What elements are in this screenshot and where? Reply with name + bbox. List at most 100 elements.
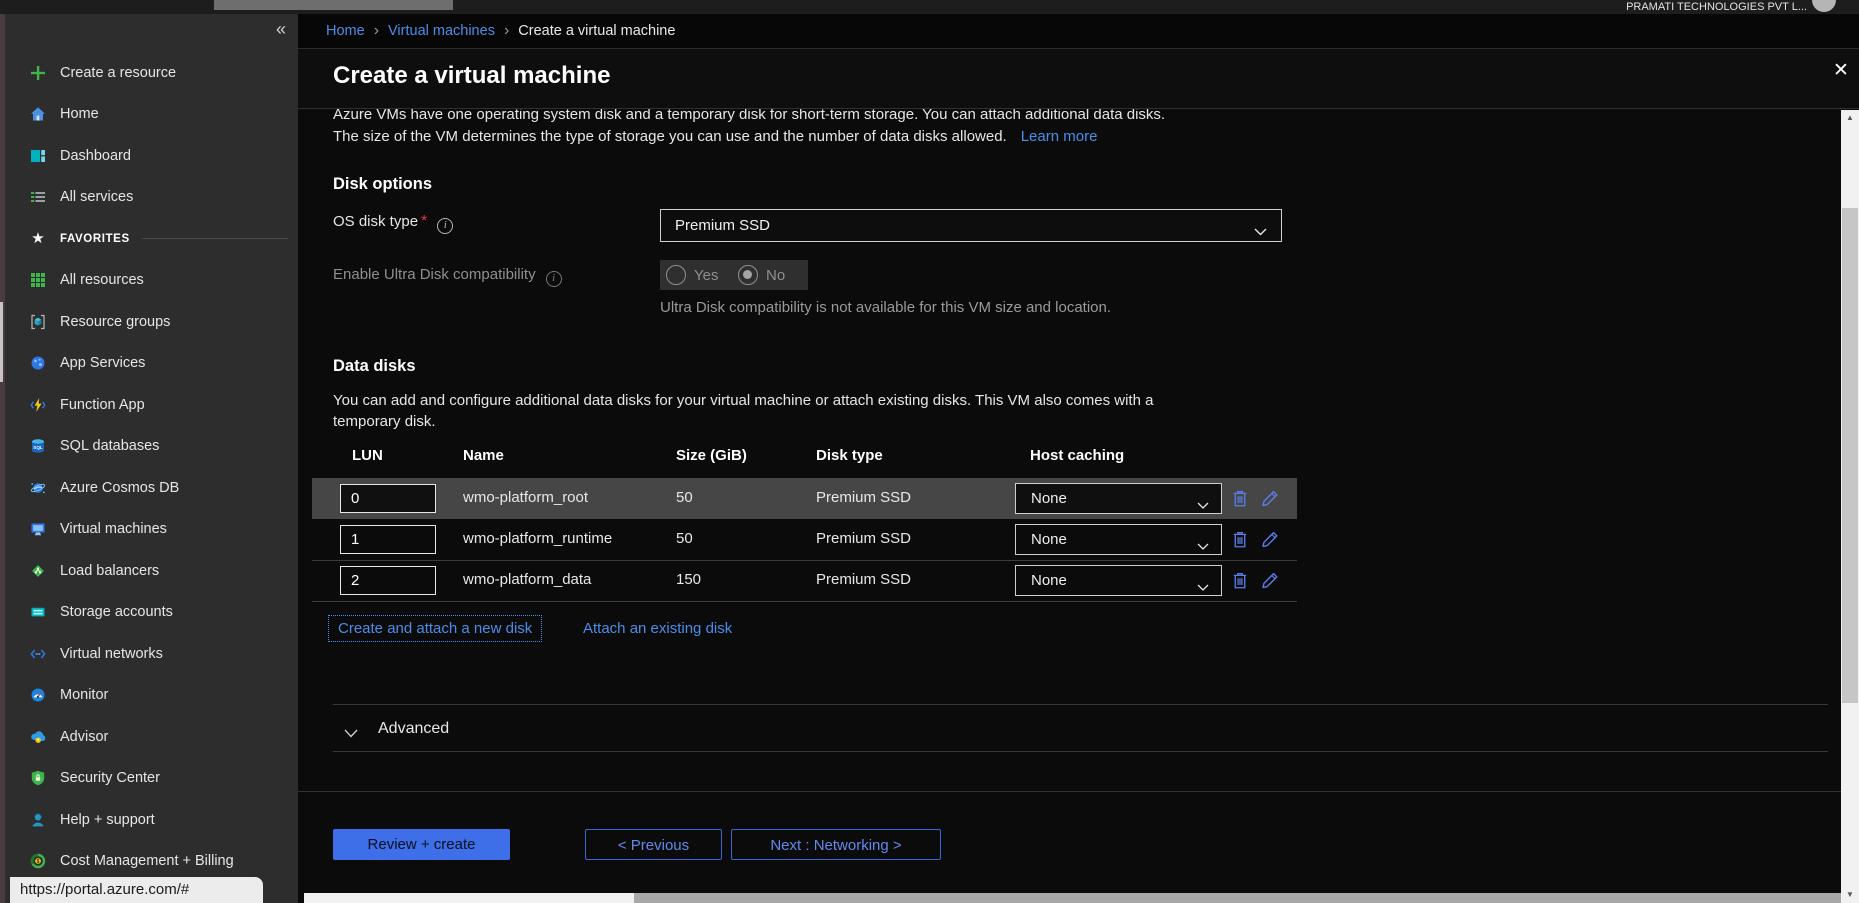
lun-input[interactable] xyxy=(340,566,436,595)
next-networking-button[interactable]: Next : Networking > xyxy=(731,829,941,860)
sidebar-item-all-services[interactable]: All services xyxy=(5,177,298,219)
storage-accounts-icon xyxy=(29,603,47,621)
breadcrumb-home-link[interactable]: Home xyxy=(326,23,365,39)
chevron-down-icon xyxy=(1197,537,1209,555)
all-services-icon xyxy=(29,188,47,206)
sidebar-item-monitor[interactable]: Monitor xyxy=(5,675,298,717)
disk-size: 50 xyxy=(676,530,693,547)
close-icon[interactable]: ✕ xyxy=(1830,60,1852,82)
sidebar-item-help-support[interactable]: Help + support xyxy=(5,799,298,841)
breadcrumb-virtual-machines-link[interactable]: Virtual machines xyxy=(388,23,495,39)
column-header-host-caching: Host caching xyxy=(1030,447,1124,464)
lun-input[interactable] xyxy=(340,484,436,513)
sidebar-scrollbar-thumb[interactable] xyxy=(0,302,3,382)
sidebar-item-label: Virtual networks xyxy=(60,646,163,662)
plus-icon xyxy=(29,64,47,82)
home-icon xyxy=(29,105,47,123)
review-create-button[interactable]: Review + create xyxy=(333,829,510,860)
create-attach-new-disk-link[interactable]: Create and attach a new disk xyxy=(328,615,542,642)
vertical-scrollbar[interactable]: ▲ ▼ xyxy=(1841,110,1859,903)
delete-disk-icon[interactable] xyxy=(1228,569,1252,593)
lun-input[interactable] xyxy=(340,525,436,554)
scroll-down-icon[interactable]: ▼ xyxy=(1841,887,1859,903)
sidebar-item-resource-groups[interactable]: Resource groups xyxy=(5,301,298,343)
delete-disk-icon[interactable] xyxy=(1228,528,1252,552)
svg-text:SQL: SQL xyxy=(33,445,43,450)
sidebar-item-advisor[interactable]: Advisor xyxy=(5,716,298,758)
edit-disk-icon[interactable] xyxy=(1258,487,1282,511)
radio-checked-icon xyxy=(738,265,758,285)
dashboard-icon xyxy=(29,147,47,165)
sidebar-item-create-a-resource[interactable]: Create a resource xyxy=(5,52,298,94)
sidebar-item-security-center[interactable]: Security Center xyxy=(5,758,298,800)
sidebar-item-function-app[interactable]: Function App xyxy=(5,384,298,426)
breadcrumb: Home › Virtual machines › Create a virtu… xyxy=(298,14,1859,48)
sidebar-item-label: Security Center xyxy=(60,770,160,786)
sidebar-item-app-services[interactable]: App Services xyxy=(5,343,298,385)
virtual-machines-icon xyxy=(29,520,47,538)
sidebar: « Create a resource Home Dashboard All s… xyxy=(5,14,298,903)
disk-name: wmo-platform_runtime xyxy=(463,530,612,547)
security-center-icon xyxy=(29,769,47,787)
disk-type: Premium SSD xyxy=(816,489,911,506)
host-caching-select[interactable]: None xyxy=(1015,524,1222,555)
resource-groups-icon xyxy=(29,313,47,331)
page-title: Create a virtual machine xyxy=(333,62,610,90)
info-icon[interactable]: i xyxy=(546,271,562,287)
host-caching-select[interactable]: None xyxy=(1015,483,1222,514)
function-app-icon xyxy=(29,396,47,414)
sidebar-item-dashboard[interactable]: Dashboard xyxy=(5,135,298,177)
main-blade: Home › Virtual machines › Create a virtu… xyxy=(298,14,1859,903)
star-icon: ★ xyxy=(29,230,47,248)
info-icon[interactable]: i xyxy=(437,218,453,234)
previous-button[interactable]: < Previous xyxy=(585,829,722,860)
sidebar-item-label: Home xyxy=(60,106,99,122)
sidebar-item-label: Help + support xyxy=(60,812,155,828)
sidebar-item-virtual-networks[interactable]: Virtual networks xyxy=(5,633,298,675)
monitor-icon xyxy=(29,686,47,704)
host-caching-select[interactable]: None xyxy=(1015,565,1222,596)
ultra-disk-yes-radio[interactable]: Yes xyxy=(660,260,741,290)
load-balancers-icon xyxy=(29,562,47,580)
delete-disk-icon[interactable] xyxy=(1228,487,1252,511)
grid-icon xyxy=(29,271,47,289)
learn-more-link[interactable]: Learn more xyxy=(1021,128,1098,145)
azure-portal-window: PRAMATI TECHNOLOGIES PVT L... « Create a… xyxy=(0,0,1859,903)
virtual-networks-icon xyxy=(29,645,47,663)
edit-disk-icon[interactable] xyxy=(1258,528,1282,552)
sidebar-item-storage-accounts[interactable]: Storage accounts xyxy=(5,592,298,634)
horizontal-scrollbar-thumb[interactable] xyxy=(634,893,1841,903)
sidebar-item-cost-management[interactable]: $ Cost Management + Billing xyxy=(5,841,298,883)
chevron-down-icon[interactable] xyxy=(344,725,358,743)
attach-existing-disk-link[interactable]: Attach an existing disk xyxy=(583,620,732,637)
advanced-section-toggle[interactable]: Advanced xyxy=(378,720,449,738)
ultra-disk-no-radio[interactable]: No xyxy=(732,260,808,290)
sidebar-item-virtual-machines[interactable]: Virtual machines xyxy=(5,509,298,551)
sidebar-item-load-balancers[interactable]: Load balancers xyxy=(5,550,298,592)
sidebar-item-label: App Services xyxy=(60,355,145,371)
status-url-tooltip: https://portal.azure.com/# xyxy=(10,877,263,903)
table-row: wmo-platform_root 50 Premium SSD None xyxy=(312,478,1297,519)
scroll-up-icon[interactable]: ▲ xyxy=(1841,110,1859,126)
sidebar-collapse-icon[interactable]: « xyxy=(276,19,286,40)
sidebar-item-label: Function App xyxy=(60,397,145,413)
svg-text:$: $ xyxy=(37,859,40,865)
sidebar-menu: Create a resource Home Dashboard All ser… xyxy=(5,52,298,882)
column-header-size: Size (GiB) xyxy=(676,447,747,464)
sidebar-item-label: Azure Cosmos DB xyxy=(60,480,179,496)
disk-options-heading: Disk options xyxy=(333,175,432,194)
sidebar-item-label: Storage accounts xyxy=(60,604,173,620)
os-disk-type-select[interactable]: Premium SSD xyxy=(660,209,1282,242)
vertical-scrollbar-thumb[interactable] xyxy=(1842,208,1858,703)
search-box-fragment[interactable] xyxy=(214,0,453,10)
sidebar-item-home[interactable]: Home xyxy=(5,94,298,136)
column-header-name: Name xyxy=(463,447,504,464)
sidebar-item-all-resources[interactable]: All resources xyxy=(5,260,298,302)
horizontal-scrollbar[interactable] xyxy=(304,893,1841,903)
table-row: wmo-platform_data 150 Premium SSD None xyxy=(312,560,1297,602)
sidebar-item-azure-cosmos-db[interactable]: Azure Cosmos DB xyxy=(5,467,298,509)
sidebar-item-sql-databases[interactable]: SQL SQL databases xyxy=(5,426,298,468)
cosmos-db-icon xyxy=(29,479,47,497)
edit-disk-icon[interactable] xyxy=(1258,569,1282,593)
required-asterisk: * xyxy=(421,213,427,230)
